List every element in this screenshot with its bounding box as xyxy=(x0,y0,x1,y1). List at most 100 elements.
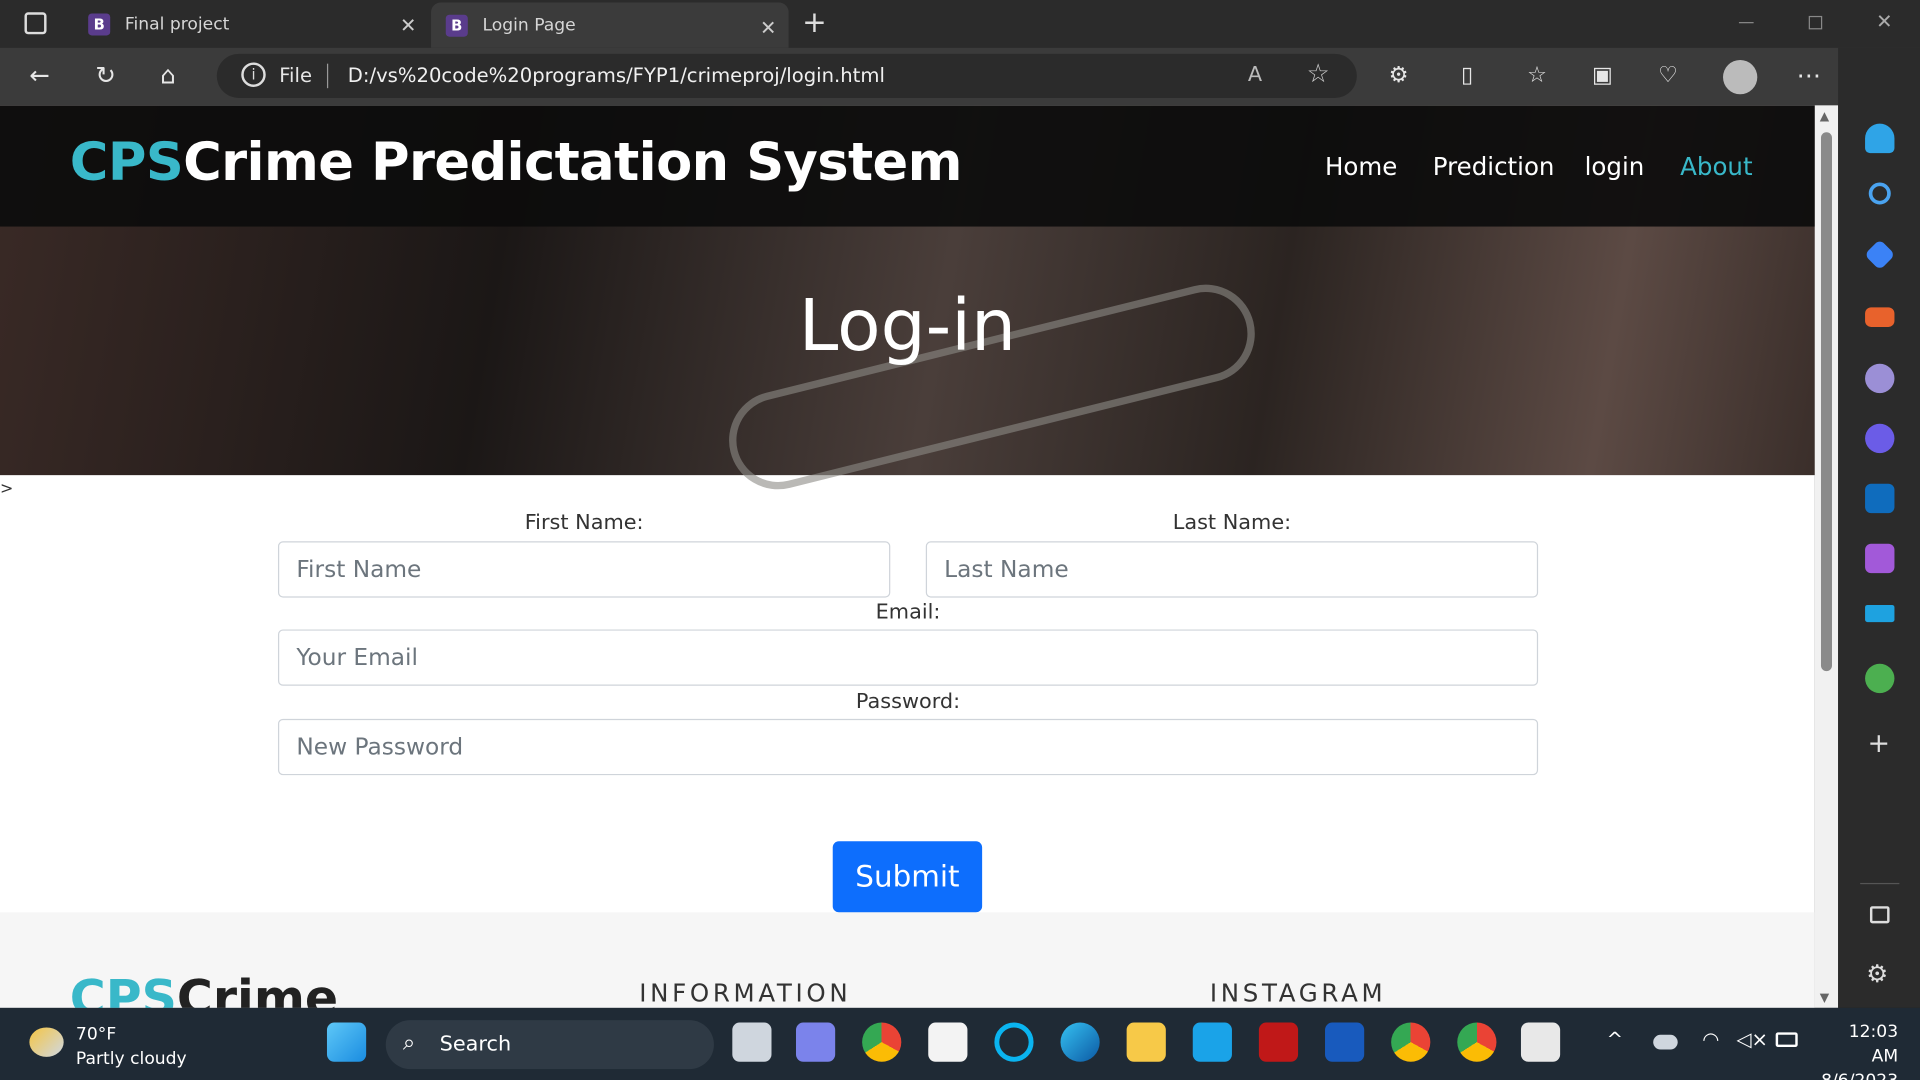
hide-sidebar-icon[interactable] xyxy=(1869,906,1890,924)
weather-desc: Partly cloudy xyxy=(75,1049,187,1070)
refresh-icon[interactable]: ↻ xyxy=(96,60,117,89)
settings-gear-icon[interactable]: ⚙ xyxy=(1866,959,1888,988)
browser-toolbar: ← ↻ ⌂ i File D:/vs%20code%20programs/FYP… xyxy=(0,47,1920,106)
scheme-label: File xyxy=(279,63,313,87)
chrome-profile-o-icon[interactable] xyxy=(1457,1022,1497,1062)
search-icon[interactable] xyxy=(1868,182,1891,205)
close-tab-icon[interactable]: ✕ xyxy=(400,13,416,36)
tab-label: Login Page xyxy=(482,15,576,35)
volume-muted-icon[interactable]: ◁× xyxy=(1736,1027,1767,1050)
snipping-tool-icon[interactable] xyxy=(1520,1022,1561,1062)
favorites-icon[interactable]: ☆ xyxy=(1527,62,1547,88)
info-icon[interactable]: i xyxy=(241,62,266,87)
start-windows-icon[interactable] xyxy=(326,1022,367,1062)
weather-icon[interactable] xyxy=(29,1027,64,1057)
edge-sidebar: + ⚙ xyxy=(1838,47,1920,1008)
nav-about[interactable]: About xyxy=(1680,152,1752,181)
stray-text: > xyxy=(0,480,14,499)
site-header: CPSCrime Predictation System Home Predic… xyxy=(0,105,1815,227)
url-text[interactable]: D:/vs%20code%20programs/FYP1/crimeproj/l… xyxy=(348,64,885,87)
back-icon[interactable]: ← xyxy=(29,60,50,89)
footer-heading-information: INFORMATION xyxy=(639,978,852,1008)
collections-icon[interactable]: ▣ xyxy=(1592,62,1613,88)
tab-final-project[interactable]: B Final project ✕ xyxy=(73,0,428,48)
shopping-tag-icon[interactable] xyxy=(1864,239,1896,271)
task-view-icon[interactable] xyxy=(732,1022,772,1062)
logo-text: Crime Predictation System xyxy=(183,132,962,194)
microsoft-store-icon[interactable] xyxy=(928,1022,968,1062)
profile-avatar[interactable] xyxy=(1723,60,1758,95)
close-tab-icon[interactable]: ✕ xyxy=(760,16,776,39)
address-bar[interactable]: i File D:/vs%20code%20programs/FYP1/crim… xyxy=(216,53,1357,98)
system-clock[interactable]: 12:03 AM 8/6/2023 xyxy=(1820,1020,1898,1080)
file-explorer-icon[interactable] xyxy=(1126,1022,1166,1062)
show-hidden-icons-icon[interactable]: ^ xyxy=(1607,1027,1623,1050)
edge-icon[interactable] xyxy=(1060,1022,1100,1062)
minimize-icon[interactable] xyxy=(1738,22,1754,24)
first-name-input[interactable] xyxy=(277,541,891,598)
page-scrollbar[interactable]: ▲ ▼ xyxy=(1814,105,1839,1008)
last-name-input[interactable] xyxy=(925,541,1539,598)
copilot-icon[interactable] xyxy=(1865,423,1895,454)
designer-icon[interactable] xyxy=(1865,543,1895,574)
performance-icon[interactable]: ♡ xyxy=(1658,62,1678,88)
home-icon[interactable]: ⌂ xyxy=(160,60,176,89)
weather-widget[interactable]: 70°F Partly cloudy xyxy=(76,1023,187,1072)
word-icon[interactable] xyxy=(1325,1022,1365,1062)
first-name-label: First Name: xyxy=(524,510,644,536)
hero-title: Log-in xyxy=(798,284,1017,368)
restore-icon[interactable] xyxy=(1808,15,1823,30)
footer-heading-instagram: INSTAGRAM xyxy=(1209,978,1387,1008)
new-tab-icon[interactable]: + xyxy=(802,5,827,39)
wifi-icon[interactable]: ◠ xyxy=(1702,1027,1719,1050)
outlook-icon[interactable] xyxy=(1865,483,1895,514)
bootstrap-favicon-icon: B xyxy=(445,14,468,37)
tree-icon[interactable] xyxy=(1865,663,1895,694)
password-label: Password: xyxy=(855,689,961,714)
site-footer: CPSCrime INFORMATION INSTAGRAM xyxy=(0,912,1815,1008)
webpage: CPSCrime Predictation System Home Predic… xyxy=(0,105,1815,1008)
scroll-up-icon[interactable]: ▲ xyxy=(1820,110,1829,123)
read-aloud-icon[interactable]: A xyxy=(1248,62,1262,86)
add-sidebar-app-icon[interactable]: + xyxy=(1868,729,1891,760)
address-separator xyxy=(326,63,329,89)
onedrive-icon[interactable] xyxy=(1653,1034,1678,1050)
site-logo[interactable]: CPSCrime Predictation System xyxy=(69,132,963,194)
email-label: Email: xyxy=(875,600,941,625)
chrome-profile-r-icon[interactable] xyxy=(1391,1022,1431,1062)
games-icon[interactable] xyxy=(1865,363,1895,394)
submit-button[interactable]: Submit xyxy=(832,841,983,913)
tab-login-page[interactable]: B Login Page ✕ xyxy=(431,2,789,48)
scroll-down-icon[interactable]: ▼ xyxy=(1820,992,1829,1005)
logo-accent: CPS xyxy=(69,132,184,194)
bootstrap-favicon-icon: B xyxy=(88,12,111,35)
teams-chat-icon[interactable] xyxy=(795,1022,836,1062)
notification-bell-icon[interactable] xyxy=(1865,123,1895,154)
password-input[interactable] xyxy=(277,718,1539,776)
cortana-icon[interactable] xyxy=(994,1022,1034,1062)
nav-home[interactable]: Home xyxy=(1325,152,1397,181)
close-window-icon[interactable]: ✕ xyxy=(1876,10,1892,33)
footer-logo: CPSCrime xyxy=(70,971,338,1008)
nav-prediction[interactable]: Prediction xyxy=(1433,152,1555,181)
favorite-star-icon[interactable]: ☆ xyxy=(1307,59,1330,88)
split-screen-icon[interactable]: ▯ xyxy=(1461,62,1473,88)
taskbar-search-label: Search xyxy=(439,1032,512,1057)
chrome-icon[interactable] xyxy=(862,1022,902,1062)
more-menu-icon[interactable]: ⋯ xyxy=(1796,60,1820,89)
footer-logo-accent: CPS xyxy=(69,971,177,1008)
tab-actions-icon[interactable] xyxy=(24,12,47,35)
extensions-icon[interactable]: ⚙ xyxy=(1389,62,1409,88)
taskbar-search[interactable]: ⌕ Search xyxy=(385,1020,714,1070)
tools-icon[interactable] xyxy=(1865,307,1895,327)
battery-icon[interactable] xyxy=(1775,1032,1798,1048)
footer-logo-text: Crime xyxy=(176,971,339,1008)
last-name-label: Last Name: xyxy=(1172,510,1292,536)
launcher-l-icon[interactable] xyxy=(1192,1022,1232,1062)
send-icon[interactable] xyxy=(1865,604,1895,623)
tab-strip: B Final project ✕ B Login Page ✕ + ✕ xyxy=(0,0,1920,48)
email-input[interactable] xyxy=(277,629,1539,686)
mcafee-icon[interactable] xyxy=(1258,1022,1299,1062)
nav-login[interactable]: login xyxy=(1585,152,1645,181)
scrollbar-thumb[interactable] xyxy=(1820,132,1833,672)
